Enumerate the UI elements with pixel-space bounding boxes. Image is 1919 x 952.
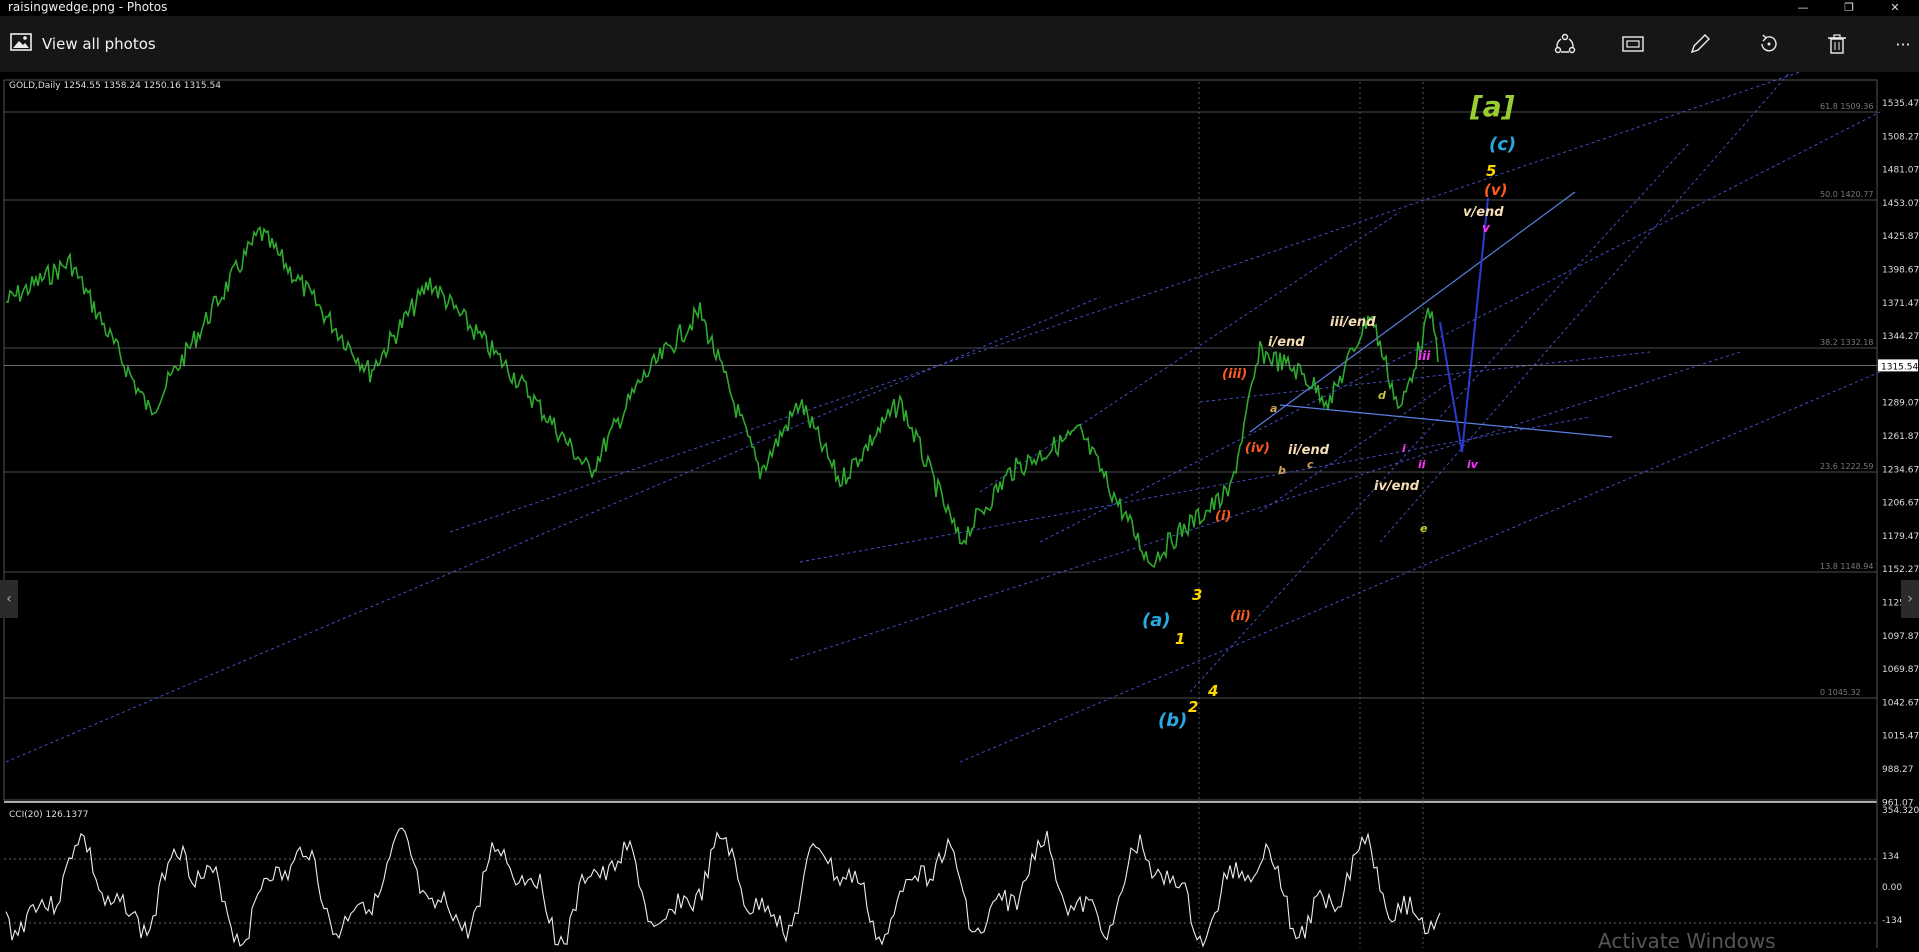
elliott-wave-label: [a] [1469,90,1515,123]
elliott-wave-label: (iv) [1245,441,1270,456]
elliott-wave-label: iii [1418,349,1431,363]
dashed-trendline [1259,361,1481,513]
price-axis-tick: 1371.47 [1882,299,1919,309]
dashed-trendline [5,296,1101,763]
share-icon[interactable] [1551,30,1579,58]
elliott-wave-label: iv/end [1374,479,1420,494]
elliott-wave-label: v/end [1463,205,1504,220]
main-chart-border [3,79,1878,801]
fibonacci-level-label: 38.2 1332.18 [1820,338,1873,347]
window-title: raisingwedge.png - Photos [8,0,168,14]
photos-icon [10,33,32,55]
indicator-header: CCI(20) 126.1377 [9,810,89,820]
indicator-tick: -134 [1882,916,1903,926]
elliott-wave-label: (ii) [1230,609,1251,624]
rotate-icon[interactable] [1755,30,1783,58]
fibonacci-level-label: 13.8 1148.94 [1820,562,1873,571]
price-axis-tick: 1481.07 [1882,166,1919,176]
chart-image: 61.8 1509.36 50.0 1420.77 38.2 1332.18 23.6… [3,71,1919,952]
dashed-trendline [1039,111,1881,543]
previous-photo-button[interactable]: ‹ [0,580,18,618]
slideshow-icon[interactable] [1619,30,1647,58]
price-axis-tick: 1398.67 [1882,266,1919,276]
elliott-wave-label: b [1278,464,1286,477]
view-all-photos-label: View all photos [42,35,156,53]
price-axis-tick: 1508.27 [1882,132,1919,142]
elliott-wave-label: a [1270,402,1277,415]
price-axis-tick: 1206.67 [1882,499,1919,509]
elliott-wave-label: (b) [1158,710,1187,731]
price-axis-tick: 988.27 [1882,765,1914,775]
elliott-wave-label: (c) [1489,134,1516,155]
price-axis-tick: 1152.27 [1882,565,1919,575]
fibonacci-level-label: 0 1045.32 [1820,688,1861,697]
window-titlebar: raisingwedge.png - Photos — ❐ ✕ [0,0,1919,16]
minimize-button[interactable]: — [1780,0,1826,16]
price-axis-tick: 1015.47 [1882,732,1919,742]
elliott-wave-label: i [1402,442,1406,455]
dashed-trendline [449,71,1801,533]
image-viewer: 61.8 1509.36 50.0 1420.77 38.2 1332.18 23.6… [0,71,1919,952]
current-price-label: 1315.54 [1881,362,1918,372]
activate-windows-watermark: Activate Windows [1598,929,1776,948]
photos-toolbar: View all photos ··· [0,16,1919,72]
indicator-tick: 354.3202 [1882,806,1919,816]
indicator-tick: 0.00 [1882,883,1902,893]
fibonacci-level-label: 23.6 1222.59 [1820,462,1873,471]
price-axis-tick: 1042.67 [1882,698,1919,708]
indicator-tick: 134 [1882,852,1899,862]
cci-line [5,827,1441,948]
elliott-wave-label: ii/end [1288,443,1330,458]
elliott-wave-label: (i) [1215,509,1231,524]
view-all-photos-button[interactable]: View all photos [10,30,156,58]
elliott-wave-label: (a) [1142,610,1171,631]
price-axis-tick: 1261.87 [1882,432,1919,442]
dashed-trendline [1379,71,1791,543]
elliott-wave-label: 2 [1188,698,1198,716]
price-axis-tick: 1535.47 [1882,99,1919,109]
price-axis-tick: 1453.07 [1882,199,1919,209]
next-photo-button[interactable]: › [1901,580,1919,618]
elliott-wave-label: iv [1467,458,1479,471]
price-axis-tick: 1289.07 [1882,399,1919,409]
dashed-trendline [979,211,1401,493]
more-icon[interactable]: ··· [1889,30,1917,58]
restore-button[interactable]: ❐ [1826,0,1872,16]
price-axis-tick: 1179.47 [1882,532,1919,542]
elliott-wave-label: (v) [1484,181,1508,199]
elliott-wave-label: 3 [1192,586,1202,604]
wedge-upper-line [1249,191,1576,433]
price-axis-tick: 1069.87 [1882,665,1919,675]
edit-pen-icon[interactable] [1686,30,1714,58]
price-axis-tick: 1234.67 [1882,465,1919,475]
dashed-trendline [1189,141,1691,693]
elliott-wave-label: iii/end [1330,315,1376,330]
elliott-wave-label: i/end [1268,335,1305,350]
elliott-wave-label: (iii) [1222,367,1247,382]
chart-symbol-header: GOLD,Daily 1254.55 1358.24 1250.16 1315.… [9,81,221,91]
price-axis-tick: 1097.87 [1882,632,1919,642]
fibonacci-level-label: 61.8 1509.36 [1820,102,1873,111]
price-axis-tick: 1344.27 [1882,332,1919,342]
elliott-wave-label: c [1307,458,1314,471]
elliott-wave-label: 4 [1207,682,1218,700]
elliott-wave-label: ii [1418,458,1426,471]
elliott-wave-label: e [1420,522,1428,535]
elliott-wave-label: 1 [1175,630,1185,648]
dashed-trendline [959,371,1881,763]
dashed-trendline [789,351,1741,661]
close-button[interactable]: ✕ [1872,0,1918,16]
elliott-wave-label: d [1378,389,1386,402]
price-axis-tick: 1425.87 [1882,232,1919,242]
elliott-wave-label: v [1482,221,1491,235]
fibonacci-level-label: 50.0 1420.77 [1820,190,1873,199]
delete-icon[interactable] [1823,30,1851,58]
elliott-wave-label: 5 [1486,162,1496,180]
